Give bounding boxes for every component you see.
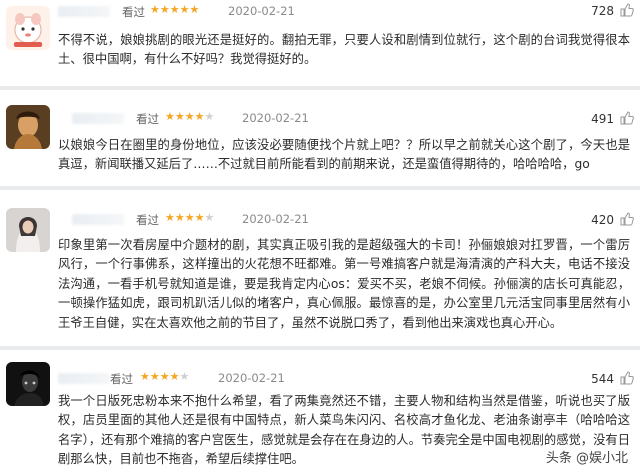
star-empty-icon: ★	[179, 370, 190, 383]
star-rating: ★★★★★	[150, 3, 199, 16]
review-text: 以娘娘今日在圈里的身份地位，应该没必要随便找个片就上吧？？所以早之前就关心这个剧…	[58, 138, 630, 172]
username-blurred[interactable]	[72, 113, 124, 124]
star-icon: ★★★★★	[150, 3, 200, 16]
watermark: 头条 @娱小北	[541, 446, 632, 467]
review-card: 看过 ★★★★★ 2020-02-21 491 以娘娘今日在圈里的身份地位，应该…	[0, 102, 640, 186]
review-card: 看过 ★★★★★ 2020-02-21 728 不得不说，娘娘挑剧的眼光还是挺好…	[0, 0, 640, 84]
username-blurred[interactable]	[72, 214, 124, 225]
star-empty-icon: ★	[204, 110, 215, 123]
avatar[interactable]	[6, 105, 50, 149]
watermark-prefix: 头条	[545, 451, 572, 466]
review-date: 2020-02-21	[228, 4, 295, 18]
star-icon: ★★★★	[165, 110, 205, 123]
review-meta: 看过 ★★★★★ 2020-02-21	[58, 370, 632, 389]
watched-label: 看过	[122, 5, 145, 19]
username-blurred[interactable]	[58, 373, 110, 384]
avatar-cartoon-icon	[6, 6, 50, 50]
star-rating: ★★★★★	[165, 211, 214, 224]
vote-count: 728	[591, 4, 614, 18]
avatar-photo-icon	[6, 362, 50, 406]
review-date: 2020-02-21	[242, 111, 309, 125]
avatar[interactable]	[6, 362, 50, 406]
avatar[interactable]	[6, 208, 50, 252]
review-meta: 看过 ★★★★★ 2020-02-21	[58, 211, 632, 230]
star-empty-icon: ★	[204, 211, 215, 224]
vote-count: 544	[591, 372, 614, 386]
star-icon: ★★★★	[165, 211, 205, 224]
watched-label: 看过	[136, 112, 159, 126]
vote-count: 420	[591, 213, 614, 227]
username-blurred[interactable]	[58, 6, 110, 17]
star-rating: ★★★★★	[165, 110, 214, 123]
watermark-handle: @娱小北	[575, 451, 628, 466]
thumbs-up-icon[interactable]	[620, 212, 634, 226]
divider	[0, 186, 640, 190]
review-meta: 看过 ★★★★★ 2020-02-21	[58, 3, 632, 22]
vote-count: 491	[591, 112, 614, 126]
watched-label: 看过	[110, 372, 133, 386]
review-text: 不得不说，娘娘挑剧的眼光还是挺好的。翻拍无罪，只要人设和剧情到位就行，这个剧的台…	[58, 33, 630, 67]
star-icon: ★★★★	[140, 370, 180, 383]
thumbs-up-icon[interactable]	[620, 3, 634, 17]
watched-label: 看过	[136, 213, 159, 227]
review-meta: 看过 ★★★★★ 2020-02-21	[58, 110, 632, 129]
review-date: 2020-02-21	[218, 371, 285, 385]
avatar[interactable]	[6, 6, 50, 50]
review-text: 印象里第一次看房屋中介题材的剧，其实真正吸引我的是超级强大的卡司！孙俪娘娘对扛罗…	[58, 238, 630, 330]
avatar-photo-icon	[6, 208, 50, 252]
review-card: 看过 ★★★★★ 2020-02-21 420 印象里第一次看房屋中介题材的剧，…	[0, 204, 640, 350]
thumbs-up-icon[interactable]	[620, 111, 634, 125]
review-date: 2020-02-21	[242, 212, 309, 226]
thumbs-up-icon[interactable]	[620, 371, 634, 385]
divider	[0, 86, 640, 90]
star-rating: ★★★★★	[140, 370, 189, 383]
avatar-photo-icon	[6, 105, 50, 149]
divider	[0, 346, 640, 350]
